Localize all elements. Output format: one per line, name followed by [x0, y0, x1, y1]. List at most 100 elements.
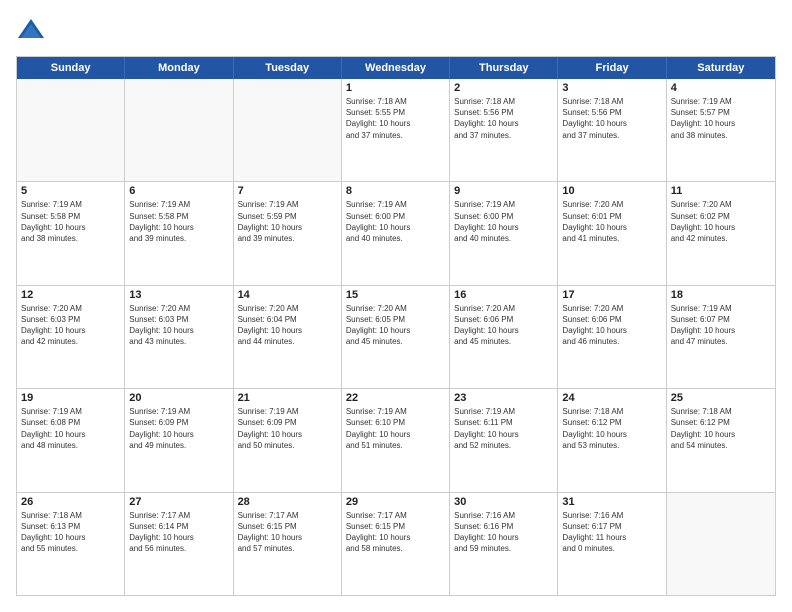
day-info: Sunrise: 7:20 AM Sunset: 6:01 PM Dayligh… [562, 199, 661, 244]
day-number: 12 [21, 289, 120, 301]
day-number: 7 [238, 185, 337, 197]
calendar-day-6: 6 Sunrise: 7:19 AM Sunset: 5:58 PM Daylig… [125, 182, 233, 284]
calendar-week-3: 12 Sunrise: 7:20 AM Sunset: 6:03 PM Dayli… [17, 286, 775, 389]
calendar-day-empty [17, 79, 125, 181]
day-info: Sunrise: 7:18 AM Sunset: 6:13 PM Dayligh… [21, 510, 120, 555]
day-info: Sunrise: 7:17 AM Sunset: 6:14 PM Dayligh… [129, 510, 228, 555]
day-number: 2 [454, 82, 553, 94]
calendar-day-4: 4Sunrise: 7:19 AM Sunset: 5:57 PM Daylig… [667, 79, 775, 181]
calendar-day-30: 30 Sunrise: 7:16 AM Sunset: 6:16 PM Dayli… [450, 493, 558, 595]
calendar-day-25: 25 Sunrise: 7:18 AM Sunset: 6:12 PM Dayli… [667, 389, 775, 491]
day-info: Sunrise: 7:19 AM Sunset: 5:58 PM Dayligh… [21, 199, 120, 244]
day-info: Sunrise: 7:20 AM Sunset: 6:05 PM Dayligh… [346, 303, 445, 348]
day-number: 27 [129, 496, 228, 508]
day-info: Sunrise: 7:18 AM Sunset: 5:56 PM Dayligh… [562, 96, 661, 141]
day-info: Sunrise: 7:16 AM Sunset: 6:16 PM Dayligh… [454, 510, 553, 555]
calendar-day-1: 1Sunrise: 7:18 AM Sunset: 5:55 PM Daylig… [342, 79, 450, 181]
day-info: Sunrise: 7:19 AM Sunset: 6:09 PM Dayligh… [238, 406, 337, 451]
day-info: Sunrise: 7:19 AM Sunset: 5:57 PM Dayligh… [671, 96, 771, 141]
day-info: Sunrise: 7:20 AM Sunset: 6:03 PM Dayligh… [129, 303, 228, 348]
day-number: 30 [454, 496, 553, 508]
day-number: 26 [21, 496, 120, 508]
day-number: 14 [238, 289, 337, 301]
calendar-day-16: 16Sunrise: 7:20 AM Sunset: 6:06 PM Dayli… [450, 286, 558, 388]
day-info: Sunrise: 7:19 AM Sunset: 6:09 PM Dayligh… [129, 406, 228, 451]
day-info: Sunrise: 7:18 AM Sunset: 6:12 PM Dayligh… [562, 406, 661, 451]
calendar-day-2: 2 Sunrise: 7:18 AM Sunset: 5:56 PM Daylig… [450, 79, 558, 181]
day-info: Sunrise: 7:20 AM Sunset: 6:06 PM Dayligh… [454, 303, 553, 348]
calendar-day-23: 23Sunrise: 7:19 AM Sunset: 6:11 PM Dayli… [450, 389, 558, 491]
header-day-tuesday: Tuesday [234, 57, 342, 79]
calendar-week-2: 5 Sunrise: 7:19 AM Sunset: 5:58 PM Daylig… [17, 182, 775, 285]
day-number: 22 [346, 392, 445, 404]
day-number: 24 [562, 392, 661, 404]
calendar-day-18: 18Sunrise: 7:19 AM Sunset: 6:07 PM Dayli… [667, 286, 775, 388]
header-day-saturday: Saturday [667, 57, 775, 79]
day-info: Sunrise: 7:19 AM Sunset: 6:00 PM Dayligh… [454, 199, 553, 244]
day-info: Sunrise: 7:19 AM Sunset: 6:08 PM Dayligh… [21, 406, 120, 451]
day-number: 10 [562, 185, 661, 197]
calendar-day-empty [125, 79, 233, 181]
day-info: Sunrise: 7:17 AM Sunset: 6:15 PM Dayligh… [238, 510, 337, 555]
header-day-wednesday: Wednesday [342, 57, 450, 79]
calendar-day-21: 21 Sunrise: 7:19 AM Sunset: 6:09 PM Dayli… [234, 389, 342, 491]
calendar-day-14: 14 Sunrise: 7:20 AM Sunset: 6:04 PM Dayli… [234, 286, 342, 388]
day-info: Sunrise: 7:20 AM Sunset: 6:04 PM Dayligh… [238, 303, 337, 348]
header-day-monday: Monday [125, 57, 233, 79]
header [16, 16, 776, 46]
day-info: Sunrise: 7:19 AM Sunset: 6:07 PM Dayligh… [671, 303, 771, 348]
calendar-day-17: 17Sunrise: 7:20 AM Sunset: 6:06 PM Dayli… [558, 286, 666, 388]
day-number: 13 [129, 289, 228, 301]
day-number: 11 [671, 185, 771, 197]
calendar-day-19: 19 Sunrise: 7:19 AM Sunset: 6:08 PM Dayli… [17, 389, 125, 491]
page: SundayMondayTuesdayWednesdayThursdayFrid… [0, 0, 792, 612]
logo-icon [16, 16, 46, 46]
logo [16, 16, 50, 46]
calendar-week-4: 19 Sunrise: 7:19 AM Sunset: 6:08 PM Dayli… [17, 389, 775, 492]
header-day-sunday: Sunday [17, 57, 125, 79]
day-number: 23 [454, 392, 553, 404]
day-info: Sunrise: 7:19 AM Sunset: 5:59 PM Dayligh… [238, 199, 337, 244]
day-number: 8 [346, 185, 445, 197]
day-number: 15 [346, 289, 445, 301]
day-info: Sunrise: 7:19 AM Sunset: 5:58 PM Dayligh… [129, 199, 228, 244]
calendar-day-26: 26 Sunrise: 7:18 AM Sunset: 6:13 PM Dayli… [17, 493, 125, 595]
calendar-body: 1Sunrise: 7:18 AM Sunset: 5:55 PM Daylig… [17, 79, 775, 595]
day-number: 25 [671, 392, 771, 404]
calendar-week-5: 26 Sunrise: 7:18 AM Sunset: 6:13 PM Dayli… [17, 493, 775, 595]
day-number: 17 [562, 289, 661, 301]
calendar-day-10: 10 Sunrise: 7:20 AM Sunset: 6:01 PM Dayli… [558, 182, 666, 284]
calendar-day-15: 15 Sunrise: 7:20 AM Sunset: 6:05 PM Dayli… [342, 286, 450, 388]
day-number: 1 [346, 82, 445, 94]
calendar-day-11: 11 Sunrise: 7:20 AM Sunset: 6:02 PM Dayli… [667, 182, 775, 284]
day-number: 5 [21, 185, 120, 197]
day-number: 21 [238, 392, 337, 404]
calendar-day-5: 5 Sunrise: 7:19 AM Sunset: 5:58 PM Daylig… [17, 182, 125, 284]
day-info: Sunrise: 7:16 AM Sunset: 6:17 PM Dayligh… [562, 510, 661, 555]
calendar-day-24: 24 Sunrise: 7:18 AM Sunset: 6:12 PM Dayli… [558, 389, 666, 491]
header-day-thursday: Thursday [450, 57, 558, 79]
calendar-day-12: 12 Sunrise: 7:20 AM Sunset: 6:03 PM Dayli… [17, 286, 125, 388]
calendar-day-20: 20Sunrise: 7:19 AM Sunset: 6:09 PM Dayli… [125, 389, 233, 491]
header-day-friday: Friday [558, 57, 666, 79]
day-info: Sunrise: 7:20 AM Sunset: 6:03 PM Dayligh… [21, 303, 120, 348]
day-info: Sunrise: 7:18 AM Sunset: 6:12 PM Dayligh… [671, 406, 771, 451]
calendar-day-9: 9 Sunrise: 7:19 AM Sunset: 6:00 PM Daylig… [450, 182, 558, 284]
calendar-day-22: 22Sunrise: 7:19 AM Sunset: 6:10 PM Dayli… [342, 389, 450, 491]
calendar-day-13: 13 Sunrise: 7:20 AM Sunset: 6:03 PM Dayli… [125, 286, 233, 388]
calendar-day-7: 7 Sunrise: 7:19 AM Sunset: 5:59 PM Daylig… [234, 182, 342, 284]
calendar-header-row: SundayMondayTuesdayWednesdayThursdayFrid… [17, 57, 775, 79]
day-info: Sunrise: 7:18 AM Sunset: 5:56 PM Dayligh… [454, 96, 553, 141]
day-number: 31 [562, 496, 661, 508]
calendar-day-31: 31 Sunrise: 7:16 AM Sunset: 6:17 PM Dayli… [558, 493, 666, 595]
day-number: 6 [129, 185, 228, 197]
day-info: Sunrise: 7:20 AM Sunset: 6:02 PM Dayligh… [671, 199, 771, 244]
calendar-day-29: 29 Sunrise: 7:17 AM Sunset: 6:15 PM Dayli… [342, 493, 450, 595]
calendar-day-empty [234, 79, 342, 181]
calendar-day-28: 28Sunrise: 7:17 AM Sunset: 6:15 PM Dayli… [234, 493, 342, 595]
day-number: 29 [346, 496, 445, 508]
calendar: SundayMondayTuesdayWednesdayThursdayFrid… [16, 56, 776, 596]
day-number: 19 [21, 392, 120, 404]
day-number: 9 [454, 185, 553, 197]
day-info: Sunrise: 7:17 AM Sunset: 6:15 PM Dayligh… [346, 510, 445, 555]
